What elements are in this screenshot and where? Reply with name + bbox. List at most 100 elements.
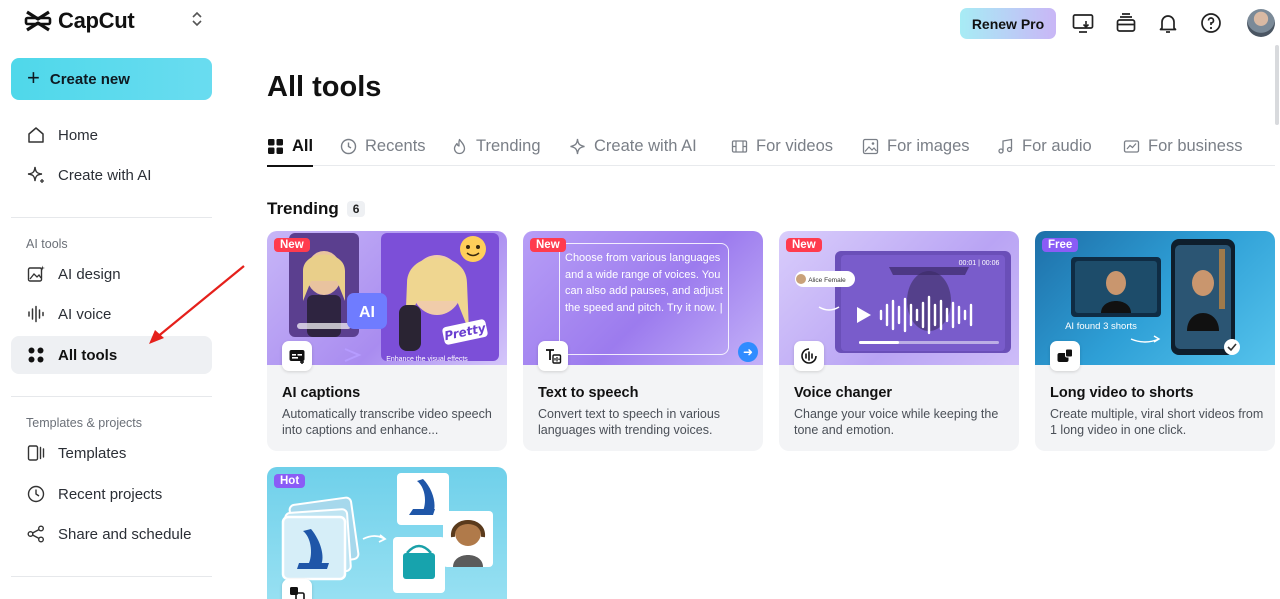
tab-label: For business — [1148, 136, 1243, 155]
music-icon — [998, 138, 1013, 154]
tab-label: Create with AI — [594, 136, 697, 155]
card-description: Change your voice while keeping the tone… — [794, 407, 999, 437]
sidebar-item-label: Home — [58, 126, 99, 144]
sidebar-divider — [11, 217, 212, 218]
tool-card-voice-changer[interactable]: 00:01 | 00:06 Alice Female New Voice cha… — [779, 231, 1019, 451]
sidebar-item-label: AI design — [58, 265, 121, 283]
sparkle-icon — [27, 166, 44, 183]
captions-tool-icon — [282, 341, 312, 371]
tab-label: Recents — [365, 136, 426, 155]
enhance-caption: Enhance the visual effects — [386, 356, 468, 363]
chevron-updown-icon[interactable] — [188, 10, 206, 28]
ai-chip-text: AI — [359, 304, 375, 321]
scrollbar[interactable] — [1274, 45, 1280, 125]
download-monitor-icon[interactable] — [1071, 11, 1095, 35]
sidebar-item-templates[interactable]: Templates — [11, 434, 212, 472]
card-title: AI captions — [282, 385, 361, 401]
sidebar-item-share-schedule[interactable]: Share and schedule — [11, 515, 212, 553]
sidebar-item-create-with-ai[interactable]: Create with AI — [11, 156, 212, 194]
shorts-label-text: AI found 3 shorts — [1065, 321, 1137, 332]
sidebar-item-label: Create with AI — [58, 166, 152, 184]
sidebar-divider — [11, 576, 212, 577]
tts-sample-box: Choose from various languages and a wide… — [559, 243, 758, 362]
sidebar-item-all-tools[interactable]: All tools — [11, 336, 212, 374]
card-description: Create multiple, viral short videos from… — [1050, 407, 1264, 437]
help-icon[interactable] — [1199, 11, 1223, 35]
card-description: Convert text to speech in various langua… — [538, 407, 721, 437]
page-title: All tools — [267, 71, 382, 103]
brand[interactable]: CapCut — [24, 8, 135, 34]
tab-label: For videos — [756, 136, 834, 155]
renew-pro-button[interactable]: Renew Pro — [960, 8, 1056, 39]
section-header-trending: Trending 6 — [267, 199, 366, 219]
sidebar: CapCut + Create new Home Create with AI … — [0, 0, 225, 599]
brand-name: CapCut — [58, 8, 135, 33]
sparkle-icon — [570, 138, 585, 154]
sidebar-item-home[interactable]: Home — [11, 116, 212, 154]
grid-icon — [268, 138, 283, 154]
card-title: Long video to shorts — [1050, 385, 1194, 401]
clock-icon — [27, 485, 45, 503]
waveform-icon — [28, 305, 44, 323]
tab-for-images[interactable]: For images — [862, 126, 970, 166]
sidebar-item-recent-projects[interactable]: Recent projects — [11, 475, 212, 513]
badge-free: Free — [1042, 238, 1079, 252]
tab-for-audio[interactable]: For audio — [997, 126, 1092, 166]
tab-label: For images — [887, 136, 970, 155]
tab-for-business[interactable]: For business — [1123, 126, 1242, 166]
voice-name-text: Alice Female — [808, 277, 846, 284]
clock-icon — [340, 138, 357, 154]
badge-new: New — [786, 238, 822, 252]
share-icon — [27, 525, 44, 543]
tool-card-long-video-to-shorts[interactable]: AI found 3 shorts Free Long video to sho… — [1035, 231, 1275, 451]
tab-label: For audio — [1022, 136, 1092, 155]
film-icon — [731, 139, 748, 153]
long-video-tool-icon — [1050, 341, 1080, 371]
section-label-templates: Templates & projects — [26, 416, 143, 430]
sidebar-item-ai-design[interactable]: AI design — [11, 255, 212, 293]
avatar[interactable] — [1247, 9, 1275, 37]
tab-all[interactable]: All — [267, 126, 314, 167]
voice-changer-tool-icon — [794, 341, 824, 371]
sidebar-divider — [11, 396, 212, 397]
badge-new: New — [530, 238, 566, 252]
flame-icon — [453, 138, 466, 154]
card-title: Text to speech — [538, 385, 639, 401]
create-new-label: Create new — [49, 70, 130, 88]
sidebar-item-label: Recent projects — [58, 485, 163, 503]
create-new-button[interactable]: + Create new — [11, 58, 212, 100]
remove-background-tool-icon — [282, 579, 312, 599]
bell-icon[interactable] — [1156, 11, 1180, 35]
sidebar-item-label: All tools — [58, 346, 118, 364]
tab-trending[interactable]: Trending — [451, 126, 541, 166]
tool-card-text-to-speech[interactable]: Choose from various languages and a wide… — [523, 231, 763, 451]
section-title: Trending — [267, 199, 339, 218]
tab-bar: All Recents Trending Create with AI For … — [267, 126, 1275, 167]
text-to-speech-tool-icon — [538, 341, 568, 371]
sidebar-item-label: Share and schedule — [58, 525, 192, 543]
tab-create-with-ai[interactable]: Create with AI — [569, 126, 697, 166]
tool-card-ai-captions[interactable]: Pretty AI Enhance the visual effects New… — [267, 231, 507, 451]
plus-icon: + — [27, 65, 40, 90]
count-badge: 6 — [346, 201, 366, 217]
capcut-logo-icon — [24, 10, 52, 32]
stack-icon[interactable] — [1114, 11, 1138, 35]
tab-recents[interactable]: Recents — [340, 126, 426, 166]
template-icon — [27, 445, 45, 461]
voice-timer-text: 00:01 | 00:06 — [959, 260, 1000, 267]
sidebar-item-label: AI voice — [58, 305, 112, 323]
badge-new: New — [274, 238, 310, 252]
tab-label: All — [292, 136, 314, 155]
sidebar-item-label: Templates — [58, 444, 127, 462]
tts-sample-text: Choose from various languages and a wide… — [565, 252, 723, 314]
grid-icon — [28, 347, 44, 363]
image-icon — [862, 138, 879, 154]
section-label-ai-tools: AI tools — [26, 237, 68, 251]
tool-card-remove-background[interactable]: Hot — [267, 467, 507, 599]
tab-for-videos[interactable]: For videos — [731, 126, 833, 166]
home-icon — [28, 127, 44, 143]
sidebar-item-ai-voice[interactable]: AI voice — [11, 295, 212, 333]
tab-label: Trending — [476, 136, 541, 155]
card-title: Voice changer — [794, 385, 893, 401]
send-arrow-icon: ➜ — [738, 342, 758, 362]
